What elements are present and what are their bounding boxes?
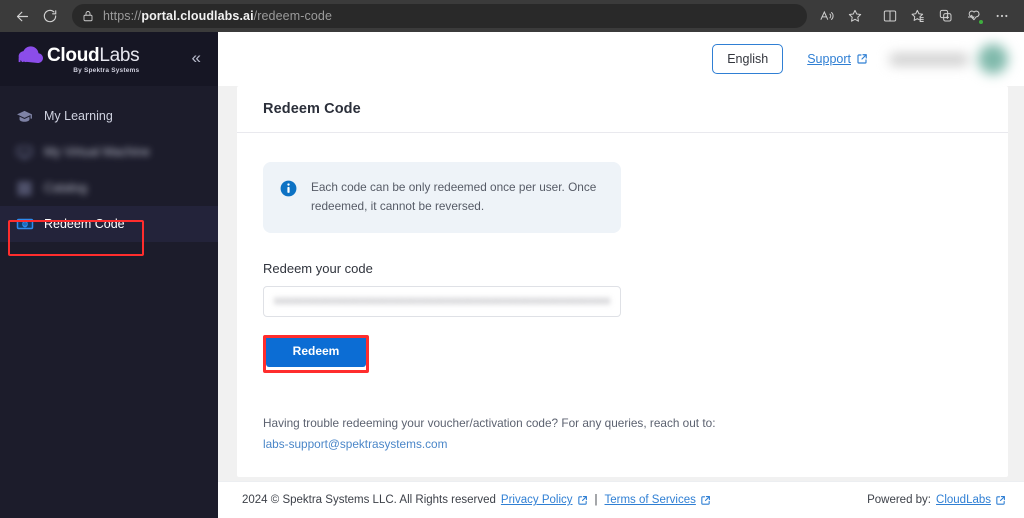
sidebar-item-label: My Learning [44,109,113,123]
grid-catalog-icon [16,180,44,197]
back-arrow-icon[interactable] [8,2,36,30]
external-link-icon [995,495,1006,506]
user-name-label [890,53,968,65]
privacy-policy-label: Privacy Policy [500,494,573,506]
browser-action-icons [813,2,1016,30]
language-selector[interactable]: English [712,44,784,74]
support-link[interactable]: Support [807,52,868,66]
sidebar-item-redeem-code[interactable]: Redeem Code [0,206,218,242]
star-favorite-icon[interactable] [841,2,869,30]
copyright-text: 2024 © Spektra Systems LLC. All Rights r… [242,494,496,506]
redeem-button[interactable]: Redeem [266,334,366,367]
browser-essentials-icon[interactable] [960,2,988,30]
avatar [978,44,1008,74]
code-input-value: xxxxxxxxxxxxxxxxxxxxxxxxxxxxxxxxxxxxxxxx… [274,295,610,308]
sidebar: CloudLabs By Spektra Systems « My Learni… [0,32,218,518]
redeem-button-wrapper: Redeem [263,334,369,373]
info-alert: Each code can be only redeemed once per … [263,162,621,233]
cloud-icon [16,44,46,71]
privacy-policy-link[interactable]: Privacy Policy [501,494,588,506]
top-bar: English Support [218,32,1024,86]
refresh-icon[interactable] [36,2,64,30]
powered-by-label: Powered by: [867,494,932,506]
page-viewport: CloudLabs By Spektra Systems « My Learni… [0,32,1024,518]
help-message: Having trouble redeeming your voucher/ac… [263,415,716,430]
footer-separator: | [594,494,598,506]
cloudlabs-link[interactable]: CloudLabs [936,494,1006,506]
card-body: Each code can be only redeemed once per … [237,133,1008,455]
external-link-icon [577,495,588,506]
powered-by: Powered by: CloudLabs [867,494,1006,506]
sidebar-item-label: Catalog [44,181,88,195]
brand-header: CloudLabs By Spektra Systems « [0,32,218,86]
page-title: Redeem Code [263,101,361,117]
monitor-icon [16,144,44,161]
terms-of-services-link[interactable]: Terms of Services [605,494,711,506]
code-field-label: Redeem your code [263,260,373,276]
cloudlabs-label: CloudLabs [936,494,991,506]
lock-icon [82,10,94,22]
support-email-link[interactable]: labs-support@spektrasystems.com [263,434,982,455]
external-link-icon [700,495,711,506]
card-header: Redeem Code [237,86,1008,133]
sidebar-item-catalog[interactable]: Catalog [0,170,218,206]
content-region: Redeem Code Each code can be only redeem… [218,86,1024,481]
extensions-icon[interactable] [932,2,960,30]
redeem-card: Redeem Code Each code can be only redeem… [237,86,1008,477]
support-label: Support [807,52,851,66]
settings-ellipsis-icon[interactable] [988,2,1016,30]
sidebar-item-label: Redeem Code [44,217,125,231]
read-aloud-icon[interactable] [813,2,841,30]
cloudlabs-logo[interactable]: CloudLabs By Spektra Systems [16,44,189,74]
browser-toolbar: https://portal.cloudlabs.ai/redeem-code [0,0,1024,32]
collapse-sidebar-button[interactable]: « [189,47,204,68]
sidebar-nav: My Learning My Virtual Machine Catalog R… [0,86,218,242]
user-menu[interactable] [890,44,1008,74]
brand-subtitle: By Spektra Systems [73,66,140,74]
split-screen-icon[interactable] [876,2,904,30]
brand-text: CloudLabs By Spektra Systems [47,44,140,75]
banknote-icon [16,215,44,233]
help-text: Having trouble redeeming your voucher/ac… [263,413,982,455]
url-text: https://portal.cloudlabs.ai/redeem-code [103,9,332,23]
sidebar-item-my-learning[interactable]: My Learning [0,98,218,134]
info-alert-text: Each code can be only redeemed once per … [311,180,597,213]
code-input[interactable]: xxxxxxxxxxxxxxxxxxxxxxxxxxxxxxxxxxxxxxxx… [263,285,621,317]
collections-icon[interactable] [904,2,932,30]
terms-label: Terms of Services [604,494,696,506]
address-bar[interactable]: https://portal.cloudlabs.ai/redeem-code [72,4,807,28]
graduation-cap-icon [16,108,44,125]
main-area: English Support Redeem Code Each code ca… [218,32,1024,518]
status-dot [978,19,984,25]
sidebar-item-my-virtual-machine[interactable]: My Virtual Machine [0,134,218,170]
footer-left: 2024 © Spektra Systems LLC. All Rights r… [242,494,867,506]
external-link-icon [856,53,868,65]
brand-title: CloudLabs [47,44,140,66]
info-circle-icon [279,179,298,216]
page-footer: 2024 © Spektra Systems LLC. All Rights r… [218,481,1024,518]
sidebar-item-label: My Virtual Machine [44,145,151,159]
